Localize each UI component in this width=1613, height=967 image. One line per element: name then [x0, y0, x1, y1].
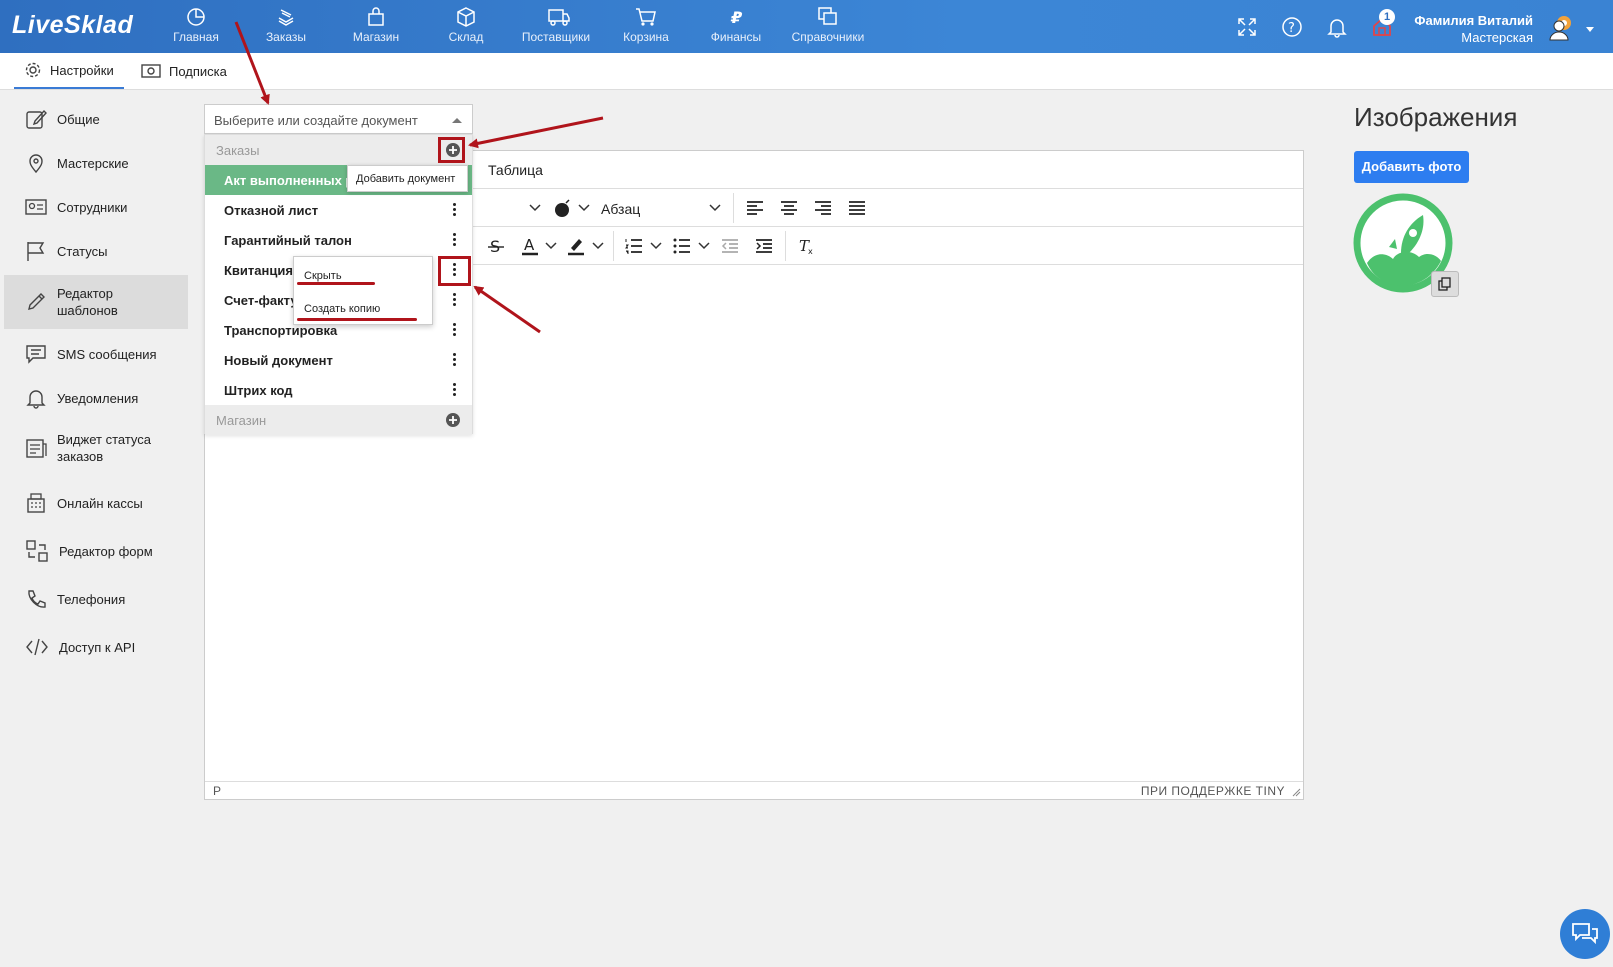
images-title: Изображения: [1354, 102, 1518, 132]
annotation-arrows: [234, 21, 604, 334]
chat-bubble-icon: [1572, 923, 1598, 945]
add-photo-button[interactable]: Добавить фото: [1354, 151, 1469, 183]
copy-icon: [1438, 277, 1451, 291]
copy-image-button[interactable]: [1431, 271, 1459, 297]
chat-button[interactable]: [1560, 909, 1610, 959]
